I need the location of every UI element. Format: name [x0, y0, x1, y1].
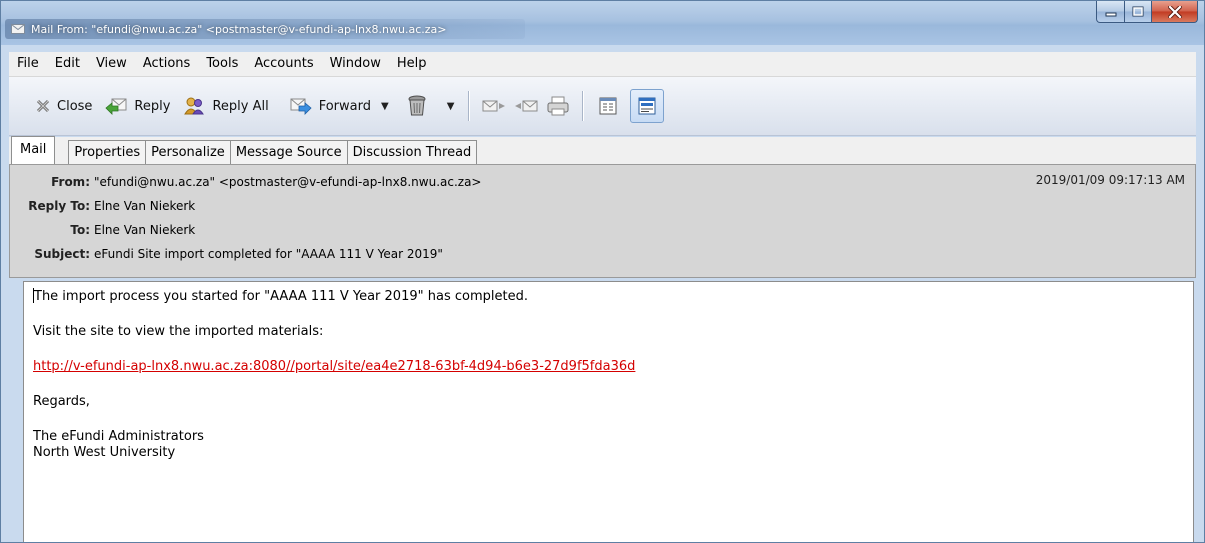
menu-tools[interactable]: Tools	[198, 52, 246, 76]
delete-button[interactable]: ▼	[401, 91, 461, 121]
to-value[interactable]: Elne Van Niekerk	[94, 223, 195, 237]
menu-file[interactable]: File	[9, 52, 47, 76]
window-title: Mail From: "efundi@nwu.ac.za" <postmaste…	[31, 22, 447, 36]
previous-message-icon	[482, 100, 506, 112]
subject-label: Subject:	[34, 247, 90, 261]
title-bar[interactable]: Mail From: "efundi@nwu.ac.za" <postmaste…	[1, 1, 1204, 45]
tab-properties[interactable]: Properties	[68, 140, 147, 164]
reply-button[interactable]: Reply	[98, 91, 176, 121]
forward-button[interactable]: Forward ▼	[283, 91, 395, 121]
minimize-icon	[1105, 12, 1116, 16]
message-body[interactable]: The import process you started for "AAAA…	[23, 281, 1194, 542]
tab-message-source[interactable]: Message Source	[229, 140, 348, 164]
tab-discussion-thread[interactable]: Discussion Thread	[346, 140, 478, 164]
mail-window: Mail From: "efundi@nwu.ac.za" <postmaste…	[0, 0, 1205, 543]
body-regards: Regards,	[33, 394, 90, 409]
close-x-icon	[1167, 5, 1182, 18]
print-icon	[547, 96, 569, 116]
envelope-icon	[11, 24, 25, 34]
forward-label: Forward	[318, 98, 371, 114]
next-message-button[interactable]	[510, 90, 542, 122]
message-header: From: "efundi@nwu.ac.za" <postmaster@v-ef…	[9, 164, 1196, 278]
reply-all-icon	[182, 96, 206, 116]
print-button[interactable]	[542, 90, 574, 122]
close-label: Close	[57, 98, 93, 114]
body-line-1-text: The import process you started for "AAAA…	[34, 289, 528, 304]
subject-value: eFundi Site import completed for "AAAA 1…	[94, 247, 443, 261]
window-controls	[1096, 1, 1198, 23]
title-area: Mail From: "efundi@nwu.ac.za" <postmaste…	[5, 19, 525, 39]
toolbar-separator	[468, 91, 471, 121]
next-message-icon	[515, 100, 538, 112]
toolbar-separator-2	[582, 91, 585, 121]
message-body-text: The import process you started for "AAAA…	[33, 288, 635, 461]
body-line-1: The import process you started for "AAAA…	[33, 288, 635, 305]
menu-edit[interactable]: Edit	[47, 52, 88, 76]
forward-icon	[289, 96, 313, 116]
menu-actions[interactable]: Actions	[135, 52, 199, 76]
delete-trash-icon	[407, 95, 427, 117]
maximize-icon	[1132, 6, 1144, 17]
preview-layout-icon	[638, 97, 656, 115]
menu-view[interactable]: View	[88, 52, 135, 76]
forward-dropdown-arrow-icon[interactable]: ▼	[381, 101, 389, 112]
message-date: 2019/01/09 09:17:13 AM	[1035, 173, 1185, 187]
reply-icon	[104, 96, 128, 116]
header-layout-icon	[599, 97, 617, 115]
reply-all-button[interactable]: Reply All	[176, 91, 274, 121]
reply-label: Reply	[134, 98, 171, 114]
close-button[interactable]: Close	[29, 91, 98, 121]
message-tabs: Mail Properties Personalize Message Sour…	[9, 136, 1196, 164]
body-line-2: Visit the site to view the imported mate…	[33, 324, 324, 339]
delete-dropdown-arrow-icon[interactable]: ▼	[447, 101, 455, 112]
preview-layout-button[interactable]	[630, 89, 665, 123]
menu-bar: File Edit View Actions Tools Accounts Wi…	[9, 52, 1196, 77]
tab-personalize[interactable]: Personalize	[145, 140, 231, 164]
from-row: From: "efundi@nwu.ac.za" <postmaster@v-ef…	[10, 171, 481, 193]
reply-to-row: Reply To: Elne Van Niekerk	[10, 195, 195, 217]
reply-to-value[interactable]: Elne Van Niekerk	[94, 199, 195, 213]
signature-line-1: The eFundi Administrators	[33, 429, 204, 444]
header-layout-button[interactable]	[592, 90, 624, 122]
maximize-button[interactable]	[1125, 1, 1152, 23]
to-row: To: Elne Van Niekerk	[10, 219, 195, 241]
from-value[interactable]: "efundi@nwu.ac.za" <postmaster@v-efundi-…	[94, 175, 481, 189]
reply-all-label: Reply All	[212, 98, 269, 114]
close-window-button[interactable]	[1152, 1, 1198, 23]
to-label: To:	[70, 223, 90, 237]
close-icon	[35, 98, 51, 114]
signature-line-2: North West University	[33, 445, 176, 460]
previous-message-button[interactable]	[478, 90, 510, 122]
minimize-button[interactable]	[1096, 1, 1125, 23]
site-link[interactable]: http://v-efundi-ap-lnx8.nwu.ac.za:8080//…	[33, 359, 635, 374]
menu-help[interactable]: Help	[389, 52, 435, 76]
tab-mail[interactable]: Mail	[11, 136, 56, 164]
from-label: From:	[51, 175, 90, 189]
subject-row: Subject: eFundi Site import completed for…	[10, 243, 443, 265]
menu-window[interactable]: Window	[322, 52, 389, 76]
toolbar: Close Reply Reply All Forward ▼ ▼	[9, 77, 1196, 136]
reply-to-label: Reply To:	[28, 199, 90, 213]
menu-accounts[interactable]: Accounts	[246, 52, 321, 76]
